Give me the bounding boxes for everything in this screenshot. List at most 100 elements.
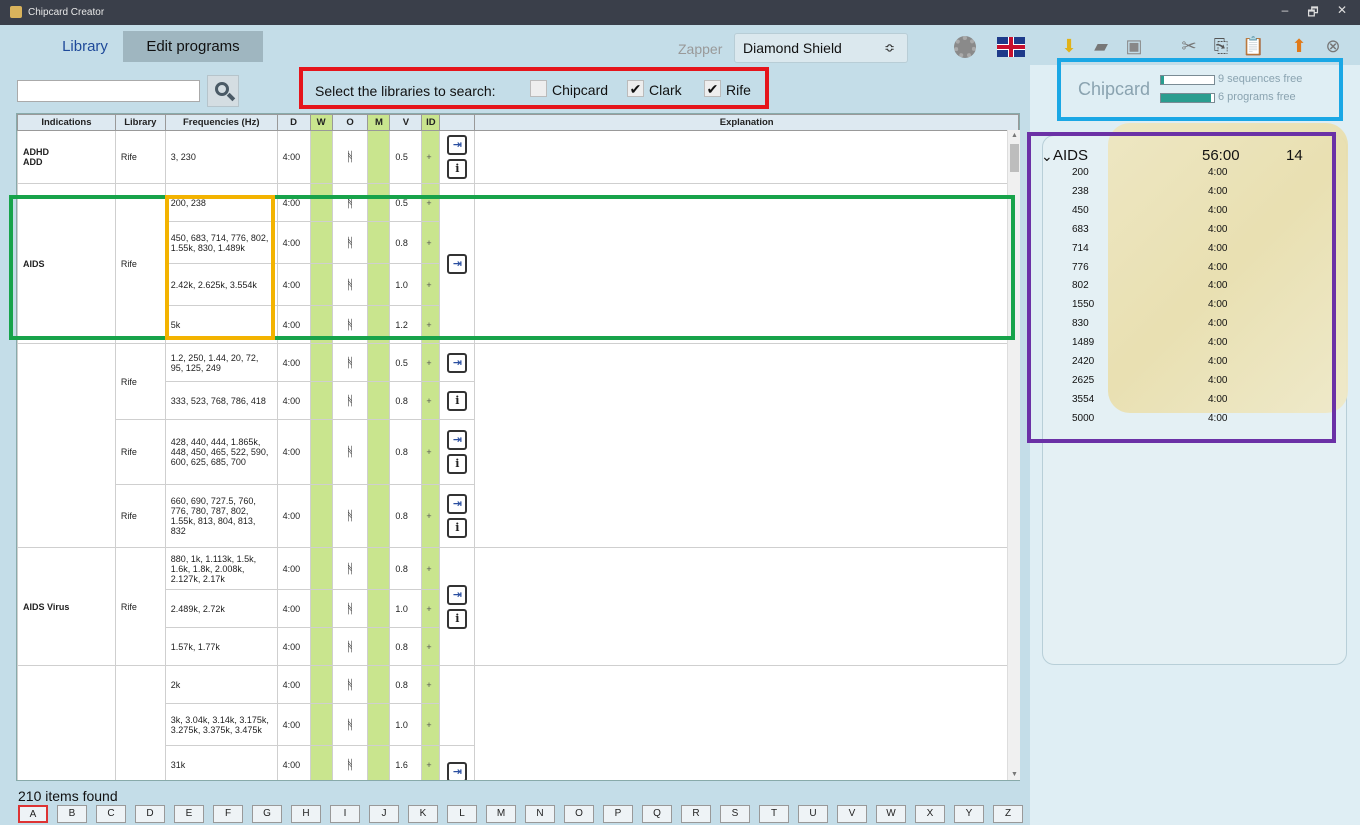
duration-cell: 4:00 xyxy=(276,745,311,780)
alpha-button-i[interactable]: I xyxy=(330,805,360,823)
sequence-item[interactable]: 776 4:00 xyxy=(1072,262,1272,281)
alpha-button-d[interactable]: D xyxy=(135,805,165,823)
alpha-button-w[interactable]: W xyxy=(876,805,906,823)
cut-icon[interactable]: ✂ xyxy=(1178,35,1200,57)
col-v[interactable]: V xyxy=(389,114,423,131)
copy-icon[interactable]: ⎘ xyxy=(1210,35,1232,57)
alpha-button-b[interactable]: B xyxy=(57,805,87,823)
upload-icon[interactable]: ⬆ xyxy=(1288,35,1310,57)
add-to-card-icon[interactable]: ⇥ xyxy=(447,761,468,780)
checkbox-chipcard[interactable] xyxy=(530,80,547,97)
sequence-item[interactable]: 2625 4:00 xyxy=(1072,375,1272,394)
checkbox-clark[interactable]: ✔ xyxy=(627,80,644,97)
table-row[interactable]: AIDS Virus Rife 880, 1k, 1.113k, 1.5k, 1.6… xyxy=(17,547,1019,666)
new-folder-icon[interactable]: ▰ xyxy=(1090,35,1112,57)
sequence-item[interactable]: 1550 4:00 xyxy=(1072,299,1272,318)
alpha-button-l[interactable]: L xyxy=(447,805,477,823)
voltage-cell: 1.0 xyxy=(389,703,423,746)
chevron-down-icon[interactable]: ⌄ xyxy=(1041,148,1053,165)
add-to-card-icon[interactable]: ⇥ xyxy=(447,584,468,605)
restore-button[interactable]: 🗗 xyxy=(1303,3,1323,21)
col-id[interactable]: ID xyxy=(421,114,441,131)
alpha-button-q[interactable]: Q xyxy=(642,805,672,823)
sequence-item[interactable]: 200 4:00 xyxy=(1072,167,1272,186)
sequence-item[interactable]: 2420 4:00 xyxy=(1072,356,1272,375)
alpha-button-x[interactable]: X xyxy=(915,805,945,823)
add-to-card-icon[interactable]: ⇥ xyxy=(447,494,468,514)
paste-icon[interactable]: 📋 xyxy=(1242,35,1264,57)
info-icon[interactable]: i xyxy=(447,608,468,629)
table-scrollbar[interactable]: ▲ ▼ xyxy=(1007,130,1020,780)
close-button[interactable]: ✕ xyxy=(1332,3,1352,21)
add-to-card-icon[interactable]: ⇥ xyxy=(447,253,468,274)
add-to-card-icon[interactable]: ⇥ xyxy=(447,430,468,450)
table-row[interactable]: 2k 4:00 ᚻ 0.8 + xyxy=(17,665,1019,780)
alpha-button-k[interactable]: K xyxy=(408,805,438,823)
new-card-icon[interactable]: ▣ xyxy=(1123,35,1145,57)
add-to-card-icon[interactable]: ⇥ xyxy=(447,135,468,155)
alpha-button-h[interactable]: H xyxy=(291,805,321,823)
alpha-button-m[interactable]: M xyxy=(486,805,516,823)
info-icon[interactable]: i xyxy=(447,518,468,538)
waveform-icon: ᚻ xyxy=(331,745,369,780)
col-library[interactable]: Library xyxy=(114,114,166,131)
search-input[interactable] xyxy=(17,80,200,102)
w-cell xyxy=(309,745,333,780)
col-m[interactable]: M xyxy=(367,114,391,131)
sequence-item[interactable]: 802 4:00 xyxy=(1072,280,1272,299)
info-icon[interactable]: i xyxy=(447,454,468,474)
library-table: Indications Library Frequencies (Hz) D W… xyxy=(16,113,1020,781)
table-row[interactable]: AIDS Rife 200, 238 4:00 ᚻ 0.5 + ⇥ xyxy=(17,183,1019,344)
import-icon[interactable]: ⬇ xyxy=(1058,35,1080,57)
col-d[interactable]: D xyxy=(276,114,311,131)
alpha-button-n[interactable]: N xyxy=(525,805,555,823)
minimize-button[interactable]: – xyxy=(1275,3,1295,21)
w-cell xyxy=(309,130,333,184)
alpha-button-a[interactable]: A xyxy=(18,805,48,823)
sequence-item[interactable]: 3554 4:00 xyxy=(1072,394,1272,413)
actions-cell xyxy=(439,665,476,746)
col-frequencies[interactable]: Frequencies (Hz) xyxy=(164,114,278,131)
info-icon[interactable]: i xyxy=(447,390,468,411)
delete-icon[interactable]: ⊗ xyxy=(1322,35,1344,57)
search-button[interactable] xyxy=(207,75,239,107)
alpha-button-r[interactable]: R xyxy=(681,805,711,823)
sequence-item[interactable]: 5000 4:00 xyxy=(1072,413,1272,432)
alpha-button-s[interactable]: S xyxy=(720,805,750,823)
sequence-item[interactable]: 683 4:00 xyxy=(1072,224,1272,243)
alpha-button-f[interactable]: F xyxy=(213,805,243,823)
alpha-button-c[interactable]: C xyxy=(96,805,126,823)
alpha-button-j[interactable]: J xyxy=(369,805,399,823)
alpha-button-g[interactable]: G xyxy=(252,805,282,823)
alpha-button-e[interactable]: E xyxy=(174,805,204,823)
col-indications[interactable]: Indications xyxy=(17,114,116,131)
sequence-name[interactable]: AIDS xyxy=(1053,147,1088,164)
info-icon[interactable]: i xyxy=(447,159,468,179)
alpha-button-o[interactable]: O xyxy=(564,805,594,823)
alpha-button-u[interactable]: U xyxy=(798,805,828,823)
sequence-item[interactable]: 1489 4:00 xyxy=(1072,337,1272,356)
sequence-item[interactable]: 238 4:00 xyxy=(1072,186,1272,205)
zapper-select[interactable]: Diamond Shield ≎ xyxy=(734,33,908,63)
col-explanation[interactable]: Explanation xyxy=(474,114,1019,131)
waveform-icon: ᚻ xyxy=(331,381,369,420)
alpha-button-z[interactable]: Z xyxy=(993,805,1023,823)
alpha-button-y[interactable]: Y xyxy=(954,805,984,823)
sequence-item[interactable]: 450 4:00 xyxy=(1072,205,1272,224)
sequence-item[interactable]: 714 4:00 xyxy=(1072,243,1272,262)
table-row[interactable]: Rife 1.2, 250, 1.44, 20, 72, 95, 125, 249… xyxy=(17,343,1019,548)
alpha-button-p[interactable]: P xyxy=(603,805,633,823)
tab-edit-programs[interactable]: Edit programs xyxy=(123,31,263,62)
explanation-cell xyxy=(474,665,1019,780)
col-w[interactable]: W xyxy=(309,114,333,131)
col-o[interactable]: O xyxy=(331,114,369,131)
checkbox-rife[interactable]: ✔ xyxy=(704,80,721,97)
settings-gear-icon[interactable] xyxy=(954,36,976,58)
uk-flag-icon[interactable] xyxy=(997,37,1025,57)
alpha-button-t[interactable]: T xyxy=(759,805,789,823)
sequence-item[interactable]: 830 4:00 xyxy=(1072,318,1272,337)
add-to-card-icon[interactable]: ⇥ xyxy=(447,352,468,373)
table-row[interactable]: ADHD ADD Rife 3, 230 4:00 ᚻ 0.5 + ⇥ i xyxy=(17,130,1019,184)
scrollbar-thumb[interactable] xyxy=(1010,144,1019,172)
alpha-button-v[interactable]: V xyxy=(837,805,867,823)
